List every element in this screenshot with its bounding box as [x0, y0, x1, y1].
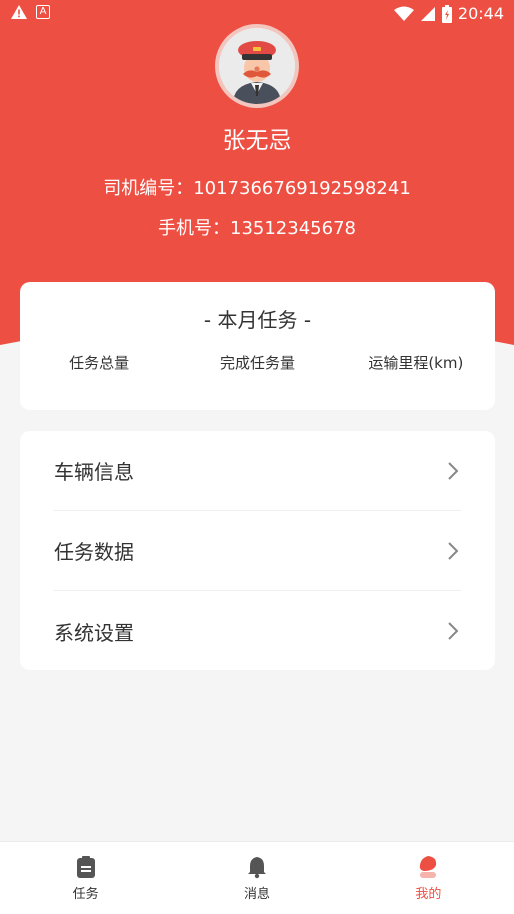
monthly-task-stats: 任务总量 完成任务量 运输里程(km) — [20, 352, 495, 373]
avatar[interactable] — [215, 24, 299, 108]
stat-transport-distance: 运输里程(km) — [368, 354, 464, 372]
menu-item-label: 车辆信息 — [54, 460, 134, 484]
driver-id: 司机编号：1017366769192598241 — [103, 178, 411, 199]
wifi-icon — [393, 6, 414, 21]
tab-tasks[interactable]: 任务 — [0, 842, 171, 914]
menu-item-task-data[interactable]: 任务数据 — [54, 511, 461, 591]
stat-completed-tasks: 完成任务量 — [219, 354, 295, 372]
chevron-right-icon — [448, 541, 459, 560]
menu-item-system-settings[interactable]: 系统设置 — [54, 591, 461, 671]
driver-avatar-icon — [219, 28, 295, 104]
tab-profile[interactable]: 我的 — [343, 842, 514, 914]
chevron-right-icon — [448, 622, 459, 640]
menu-card: 车辆信息 任务数据 系统设置 — [20, 431, 495, 670]
monthly-task-card: - 本月任务 - 任务总量 完成任务量 运输里程(km) — [20, 282, 495, 410]
tab-messages[interactable]: 消息 — [171, 842, 342, 914]
signal-icon — [420, 6, 435, 21]
profile-icon — [420, 856, 437, 878]
menu-item-label: 任务数据 — [54, 540, 134, 564]
clipboard-icon — [76, 856, 95, 878]
menu-item-label: 系统设置 — [54, 620, 134, 645]
app-notification-icon: A — [36, 5, 50, 19]
tab-label: 任务 — [72, 887, 99, 902]
battery-icon — [441, 4, 452, 23]
warning-icon — [11, 5, 27, 19]
monthly-task-title: - 本月任务 - — [203, 308, 312, 332]
chevron-right-icon — [448, 461, 459, 480]
stat-total-tasks: 任务总量 — [69, 354, 130, 372]
driver-phone: 手机号：13512345678 — [158, 218, 356, 239]
bottom-tab-bar: 任务 消息 我的 — [0, 841, 514, 914]
tab-label: 消息 — [243, 887, 270, 902]
menu-item-vehicle-info[interactable]: 车辆信息 — [54, 431, 461, 511]
tab-label: 我的 — [415, 887, 442, 902]
status-time: 20:44 — [457, 4, 504, 23]
bell-icon — [247, 857, 266, 879]
driver-name: 张无忌 — [222, 128, 292, 154]
